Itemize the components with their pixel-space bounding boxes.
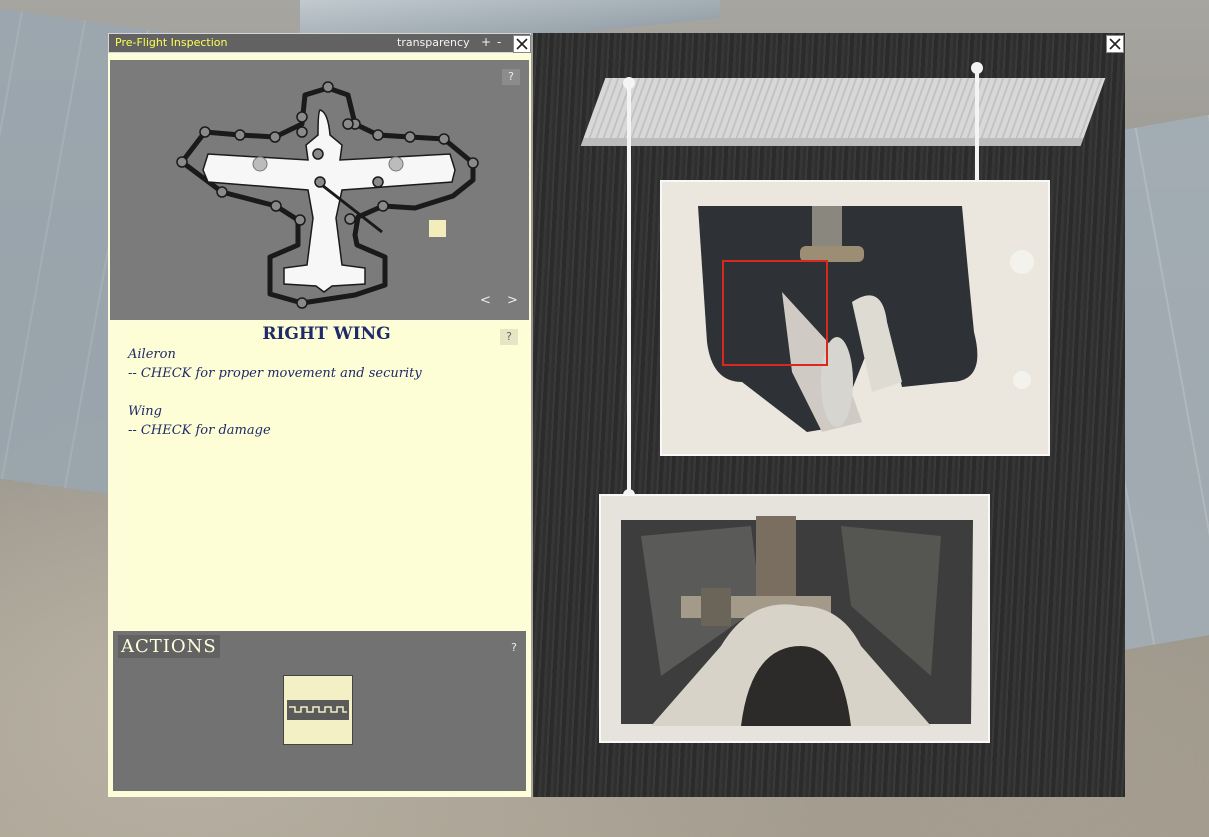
transparency-increase-button[interactable]: + <box>481 35 491 49</box>
leader-line <box>975 67 979 181</box>
previous-checkpoint-button[interactable]: < <box>480 293 491 308</box>
checklist-item-action: -- CHECK for proper movement and securit… <box>128 366 422 381</box>
control-lock-icon <box>287 700 349 720</box>
aircraft-walkaround-map: ? < > <box>110 60 529 320</box>
checklist-item-action: -- CHECK for damage <box>128 423 271 438</box>
transparency-label: transparency <box>397 36 470 49</box>
actions-help-button[interactable]: ? <box>505 640 523 656</box>
current-position-marker <box>429 220 446 237</box>
walkaround-diagram <box>176 81 479 309</box>
hinge-bracket-photo <box>599 494 990 743</box>
title-bar[interactable]: Pre-Flight Inspection transparency + - <box>108 33 531 53</box>
flap-photo <box>580 78 1106 146</box>
action-button[interactable] <box>283 675 353 745</box>
hinge-bracket-illustration <box>601 496 988 741</box>
inspection-panel: Pre-Flight Inspection transparency + - ?… <box>108 33 531 797</box>
photo-viewer <box>533 33 1125 797</box>
leader-line <box>627 83 631 493</box>
aileron-hinge-photo <box>660 180 1050 456</box>
checklist-panel: RIGHT WING ? Aileron -- CHECK for proper… <box>110 323 529 628</box>
inspection-highlight-box <box>722 260 828 366</box>
leader-dot <box>623 77 635 89</box>
checklist-item-name: Wing <box>128 404 162 419</box>
photo-close-button[interactable] <box>1106 35 1124 53</box>
transparency-decrease-button[interactable]: - <box>497 35 501 49</box>
checklist-help-button[interactable]: ? <box>500 329 518 345</box>
actions-title: ACTIONS <box>118 635 220 658</box>
actions-panel: ACTIONS ? <box>113 631 526 791</box>
close-icon <box>1109 38 1121 50</box>
checklist-item-name: Aileron <box>128 347 176 362</box>
leader-dot <box>971 62 983 74</box>
close-button[interactable] <box>513 35 531 53</box>
window-title: Pre-Flight Inspection <box>115 36 228 49</box>
close-icon <box>516 38 528 50</box>
section-title: RIGHT WING <box>262 324 391 344</box>
next-checkpoint-button[interactable]: > <box>507 293 518 308</box>
aileron-hinge-illustration <box>662 182 1048 454</box>
map-help-button[interactable]: ? <box>502 69 520 85</box>
